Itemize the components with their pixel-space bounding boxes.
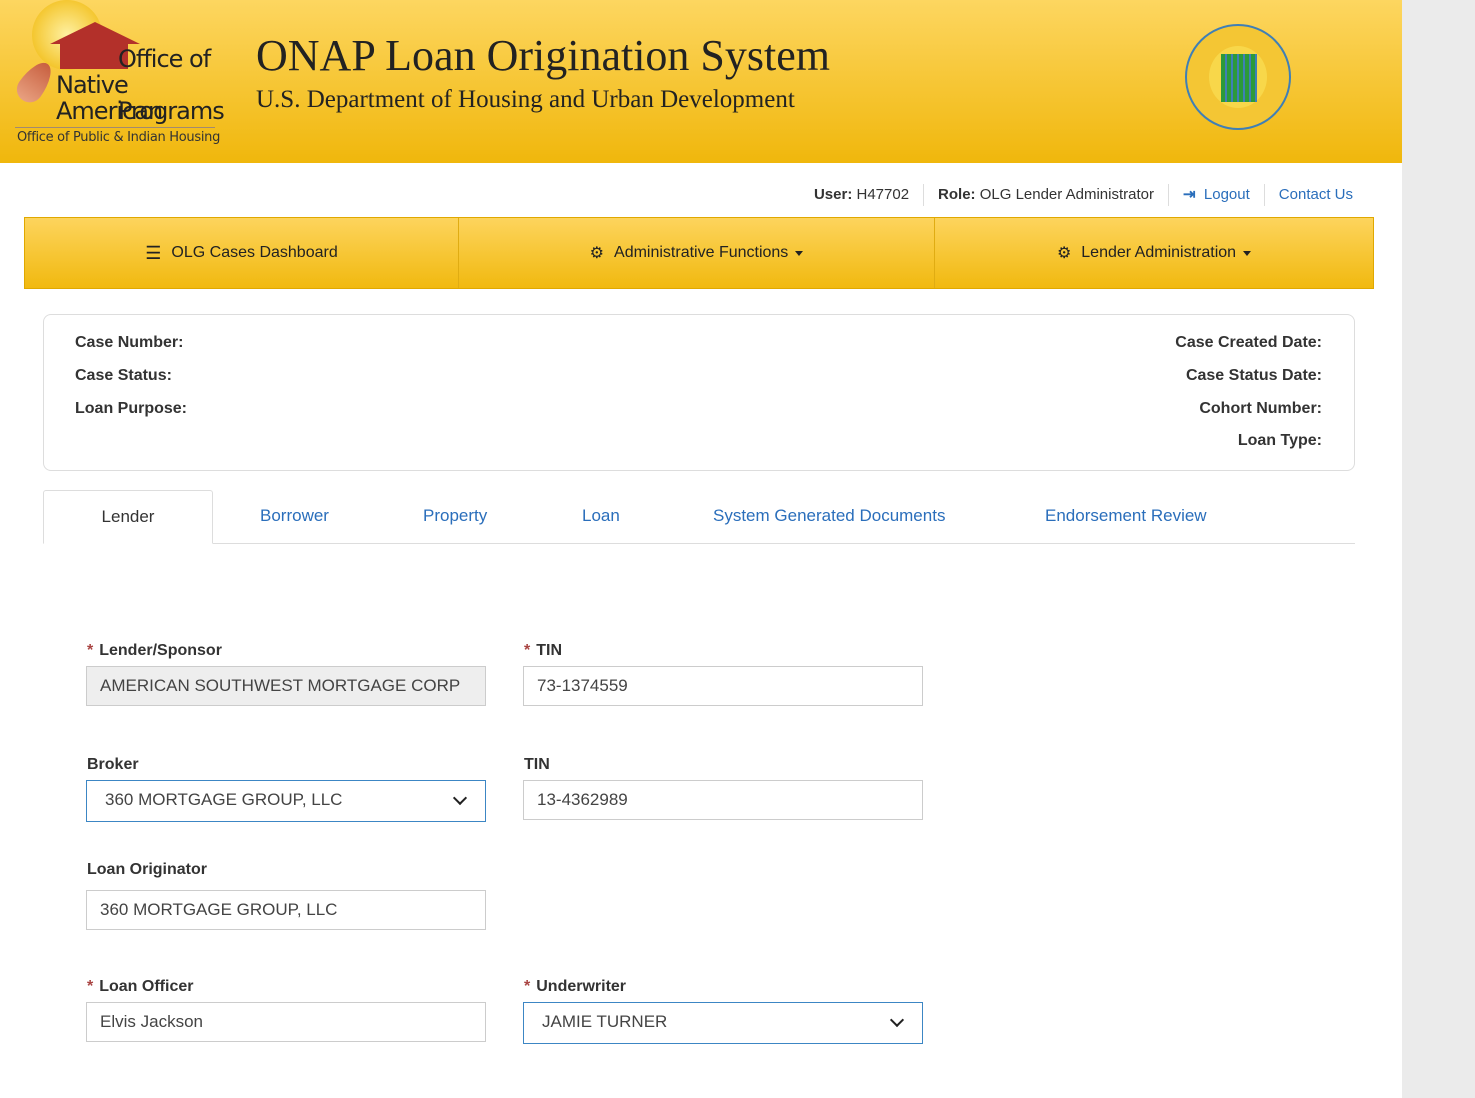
lender-sponsor-label: * Lender/Sponsor (87, 642, 222, 659)
tab-system-generated-documents[interactable]: System Generated Documents (713, 490, 945, 544)
chevron-down-icon (452, 790, 468, 806)
logout-link[interactable]: ⇥ Logout (1167, 184, 1264, 206)
loan-originator-input[interactable]: 360 MORTGAGE GROUP, LLC (86, 890, 486, 930)
loan-type-label: Loan Type: (1237, 432, 1322, 449)
tab-lender[interactable]: Lender (43, 490, 213, 544)
role-info: Role: OLG Lender Administrator (923, 184, 1168, 206)
app-subtitle: U.S. Department of Housing and Urban Dev… (256, 86, 795, 113)
list-icon: ☰ (145, 242, 162, 263)
tab-property[interactable]: Property (423, 490, 487, 544)
nav-administrative-functions[interactable]: ⚙ Administrative Functions (459, 218, 935, 288)
underwriter-label: * Underwriter (524, 978, 627, 995)
onap-logo: Office of Native American Programs Offic… (10, 0, 225, 155)
hud-seal-logo (1185, 24, 1291, 130)
user-info: User: H47702 (813, 186, 910, 203)
broker-label: Broker (87, 756, 139, 773)
page: Office of Native American Programs Offic… (0, 0, 1402, 1098)
underwriter-select[interactable]: JAMIE TURNER (523, 1002, 923, 1044)
caret-down-icon (795, 250, 804, 256)
broker-select[interactable]: 360 MORTGAGE GROUP, LLC (86, 780, 486, 822)
case-number-label: Case Number: (75, 334, 184, 351)
app-title: ONAP Loan Origination System (256, 31, 830, 80)
logout-icon: ⇥ (1182, 186, 1196, 203)
loan-officer-input[interactable]: Elvis Jackson (86, 1002, 486, 1042)
gear-icon: ⚙ (1056, 245, 1072, 262)
user-bar: User: H47702 Role: OLG Lender Administra… (800, 184, 1367, 206)
tab-loan[interactable]: Loan (582, 490, 620, 544)
case-summary: Case Number: Case Status: Loan Purpose: … (43, 314, 1355, 471)
nav-olg-cases-dashboard[interactable]: ☰ OLG Cases Dashboard (25, 218, 459, 288)
case-tabs: Lender Borrower Property Loan System Gen… (43, 490, 1355, 544)
lender-tin-input[interactable]: 73-1374559 (523, 666, 923, 706)
contact-us-link[interactable]: Contact Us (1263, 184, 1367, 206)
tin-label: * TIN (524, 642, 563, 659)
gear-icon: ⚙ (589, 245, 605, 262)
loan-purpose-label: Loan Purpose: (75, 400, 188, 417)
header: Office of Native American Programs Offic… (0, 0, 1402, 163)
chevron-down-icon (889, 1012, 905, 1028)
tab-borrower[interactable]: Borrower (260, 490, 329, 544)
main-nav: ☰ OLG Cases Dashboard ⚙ Administrative Fun… (24, 217, 1374, 289)
loan-originator-label: Loan Originator (87, 861, 207, 878)
case-status-label: Case Status: (75, 367, 172, 384)
cohort-number-label: Cohort Number: (1199, 400, 1322, 417)
broker-tin-input[interactable]: 13-4362989 (523, 780, 923, 820)
loan-officer-label: * Loan Officer (87, 978, 194, 995)
broker-tin-label: TIN (524, 756, 550, 773)
caret-down-icon (1243, 250, 1252, 256)
case-created-date-label: Case Created Date: (1175, 334, 1322, 351)
case-status-date-label: Case Status Date: (1185, 367, 1322, 384)
tab-endorsement-review[interactable]: Endorsement Review (1045, 490, 1207, 544)
lender-sponsor-input[interactable]: AMERICAN SOUTHWEST MORTGAGE CORP (86, 666, 486, 706)
nav-lender-administration[interactable]: ⚙ Lender Administration (935, 218, 1373, 288)
